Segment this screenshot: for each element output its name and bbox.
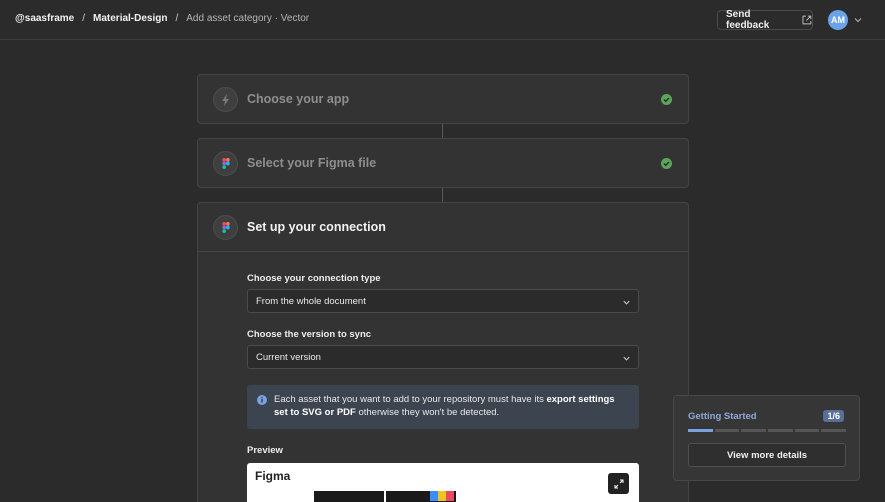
step-title: Choose your app [247,92,350,106]
expand-button[interactable] [608,473,629,494]
step-title: Select your Figma file [247,156,377,170]
breadcrumb-project[interactable]: Material-Design [93,13,167,24]
bolt-icon [221,93,229,106]
breadcrumb-org[interactable]: @saasframe [15,13,74,24]
step-connector [442,188,443,202]
info-text: Each asset that you want to add to your … [274,394,547,405]
chevron-down-icon[interactable] [853,15,863,25]
step-card-set-up-connection: Set up your connection Choose your conne… [197,202,689,502]
getting-started-title: Getting Started [688,411,757,422]
figma-logo: Figma [255,469,291,483]
info-icon [257,395,267,405]
step-connector [442,124,443,138]
connection-type-label: Choose your connection type [247,273,381,284]
progress-segment [714,429,740,432]
check-circle-icon [661,94,672,105]
progress-segment [688,429,713,432]
breadcrumb-separator: / [82,13,86,24]
breadcrumb-current-page: Add asset category · Vector [186,13,310,24]
progress-badge: 1/6 [823,410,844,422]
preview-panel: Figma [247,463,639,502]
getting-started-panel: Getting Started 1/6 View more details [673,395,860,481]
progress-segment [768,429,793,432]
progress-bar [688,429,847,432]
avatar[interactable]: AM [828,10,848,30]
chevron-down-icon [623,300,630,305]
info-text-end: otherwise they won't be detected. [355,406,500,418]
chevron-down-icon [623,356,630,361]
figma-icon [221,222,230,233]
send-feedback-label: Send feedback [726,9,770,31]
step-icon [213,215,238,240]
breadcrumb-separator: / [175,13,179,24]
progress-segment [794,429,820,432]
connection-type-select[interactable]: From the whole document [247,289,639,313]
top-bar: @saasframe / Material-Design / Add asset… [0,0,885,40]
external-link-icon [802,15,812,25]
step-title: Set up your connection [247,220,386,234]
divider [198,251,688,252]
progress-segment [741,429,767,432]
send-feedback-button[interactable]: Send feedback [717,9,813,31]
step-icon [213,151,238,176]
version-label: Choose the version to sync [247,329,372,340]
expand-icon [614,479,623,488]
step-card-select-figma-file[interactable]: Select your Figma file [197,138,689,188]
preview-thumbnail [386,491,456,502]
version-value: Current version [256,351,321,363]
view-more-details-button[interactable]: View more details [688,443,846,467]
breadcrumb: @saasframe / Material-Design / Add asset… [15,13,309,24]
step-icon [213,87,238,112]
preview-label: Preview [247,445,283,456]
info-banner: Each asset that you want to add to your … [247,385,639,429]
preview-thumbnail [314,491,384,502]
check-circle-icon [661,158,672,169]
figma-icon [221,158,230,169]
connection-type-value: From the whole document [256,295,366,307]
step-card-choose-app[interactable]: Choose your app [197,74,689,124]
progress-segment [821,429,847,432]
version-select[interactable]: Current version [247,345,639,369]
